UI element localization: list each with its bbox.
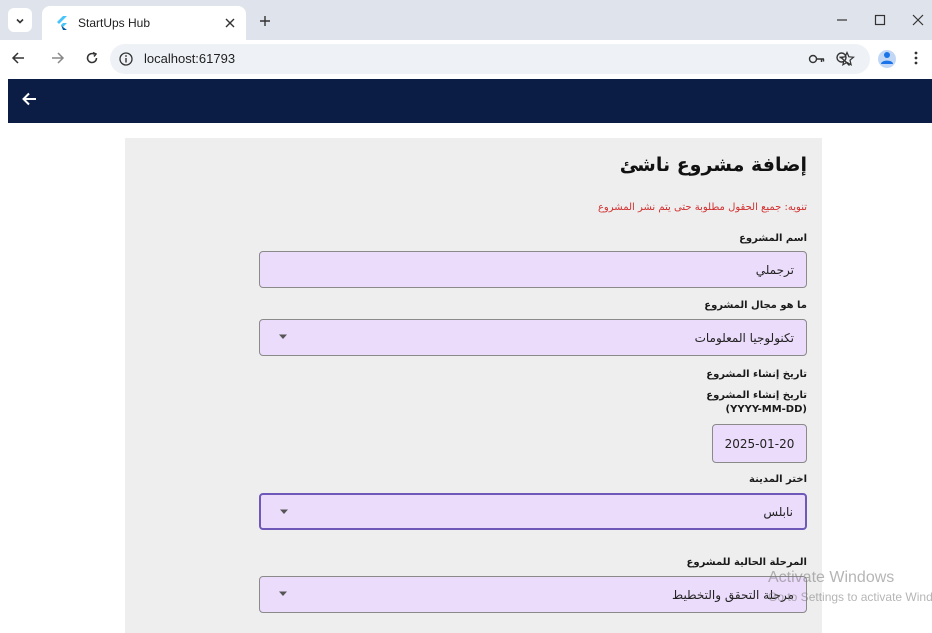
creation-date-format-label: (YYYY-MM-DD) bbox=[725, 404, 807, 415]
project-field-label: ما هو مجال المشروع bbox=[704, 300, 807, 311]
url-text: localhost:61793 bbox=[144, 51, 236, 66]
browser-menu-button[interactable] bbox=[908, 48, 924, 70]
project-name-input[interactable]: ترجملي bbox=[259, 251, 807, 288]
dropdown-arrow-icon bbox=[279, 508, 289, 516]
browser-toolbar: localhost:61793 bbox=[0, 40, 932, 78]
creation-date-input-label: تاريخ إنشاء المشروع bbox=[706, 390, 807, 401]
close-icon bbox=[912, 11, 924, 30]
address-bar[interactable]: localhost:61793 bbox=[110, 44, 870, 74]
city-value: نابلس bbox=[763, 504, 793, 519]
tab-title: StartUps Hub bbox=[78, 16, 151, 30]
page-title: إضافة مشروع ناشئ bbox=[619, 154, 807, 176]
stage-label: المرحلة الحالية للمشروع bbox=[686, 557, 807, 568]
site-info-icon[interactable] bbox=[118, 51, 134, 67]
project-name-value: ترجملي bbox=[755, 262, 794, 277]
chevron-down-icon bbox=[15, 11, 25, 30]
arrow-right-icon bbox=[51, 50, 65, 69]
arrow-back-icon bbox=[21, 91, 37, 111]
plus-icon bbox=[259, 12, 271, 31]
city-label: اختر المدينة bbox=[749, 474, 807, 485]
back-button[interactable] bbox=[6, 47, 30, 71]
app-bar bbox=[8, 79, 932, 123]
city-dropdown[interactable]: نابلس bbox=[259, 493, 807, 530]
form-card: إضافة مشروع ناشئ تنويه: جميع الحقول مطلو… bbox=[125, 138, 822, 633]
creation-date-section-label: تاريخ إنشاء المشروع bbox=[706, 369, 807, 380]
minimize-icon bbox=[836, 11, 848, 30]
person-icon bbox=[878, 50, 896, 68]
project-field-dropdown[interactable]: تكنولوجيا المعلومات bbox=[259, 319, 807, 356]
reload-icon bbox=[85, 50, 99, 69]
required-fields-notice: تنويه: جميع الحقول مطلوبة حتى يتم نشر ال… bbox=[597, 202, 807, 213]
reload-button[interactable] bbox=[80, 47, 104, 71]
maximize-icon bbox=[874, 11, 886, 30]
close-window-button[interactable] bbox=[906, 8, 930, 32]
arrow-left-icon bbox=[11, 50, 25, 69]
tab-search-button[interactable] bbox=[8, 8, 32, 32]
browser-tab[interactable]: StartUps Hub bbox=[42, 6, 246, 40]
more-vertical-icon bbox=[914, 50, 918, 69]
project-field-value: تكنولوجيا المعلومات bbox=[694, 330, 794, 345]
creation-date-value: 2025-01-20 bbox=[724, 436, 795, 451]
forward-button[interactable] bbox=[46, 47, 70, 71]
minimize-button[interactable] bbox=[830, 8, 854, 32]
creation-date-input[interactable]: 2025-01-20 bbox=[712, 424, 807, 463]
new-tab-button[interactable] bbox=[254, 10, 276, 32]
profile-avatar[interactable] bbox=[878, 50, 896, 68]
activate-windows-title: Activate Windows bbox=[768, 569, 895, 586]
maximize-button[interactable] bbox=[868, 8, 892, 32]
project-name-label: اسم المشروع bbox=[739, 233, 807, 244]
close-tab-icon[interactable] bbox=[222, 15, 238, 31]
stage-dropdown[interactable]: مرحلة التحقق والتخطيط bbox=[259, 576, 807, 613]
password-key-icon[interactable] bbox=[808, 50, 826, 68]
activate-windows-subtitle: Go to Settings to activate Windows. bbox=[768, 590, 932, 604]
browser-tab-strip: StartUps Hub bbox=[0, 0, 932, 40]
bookmark-star-icon[interactable] bbox=[838, 50, 856, 68]
back-navigation-button[interactable] bbox=[18, 90, 40, 112]
flutter-icon bbox=[54, 15, 70, 31]
dropdown-arrow-icon bbox=[278, 590, 288, 598]
dropdown-arrow-icon bbox=[278, 333, 288, 341]
